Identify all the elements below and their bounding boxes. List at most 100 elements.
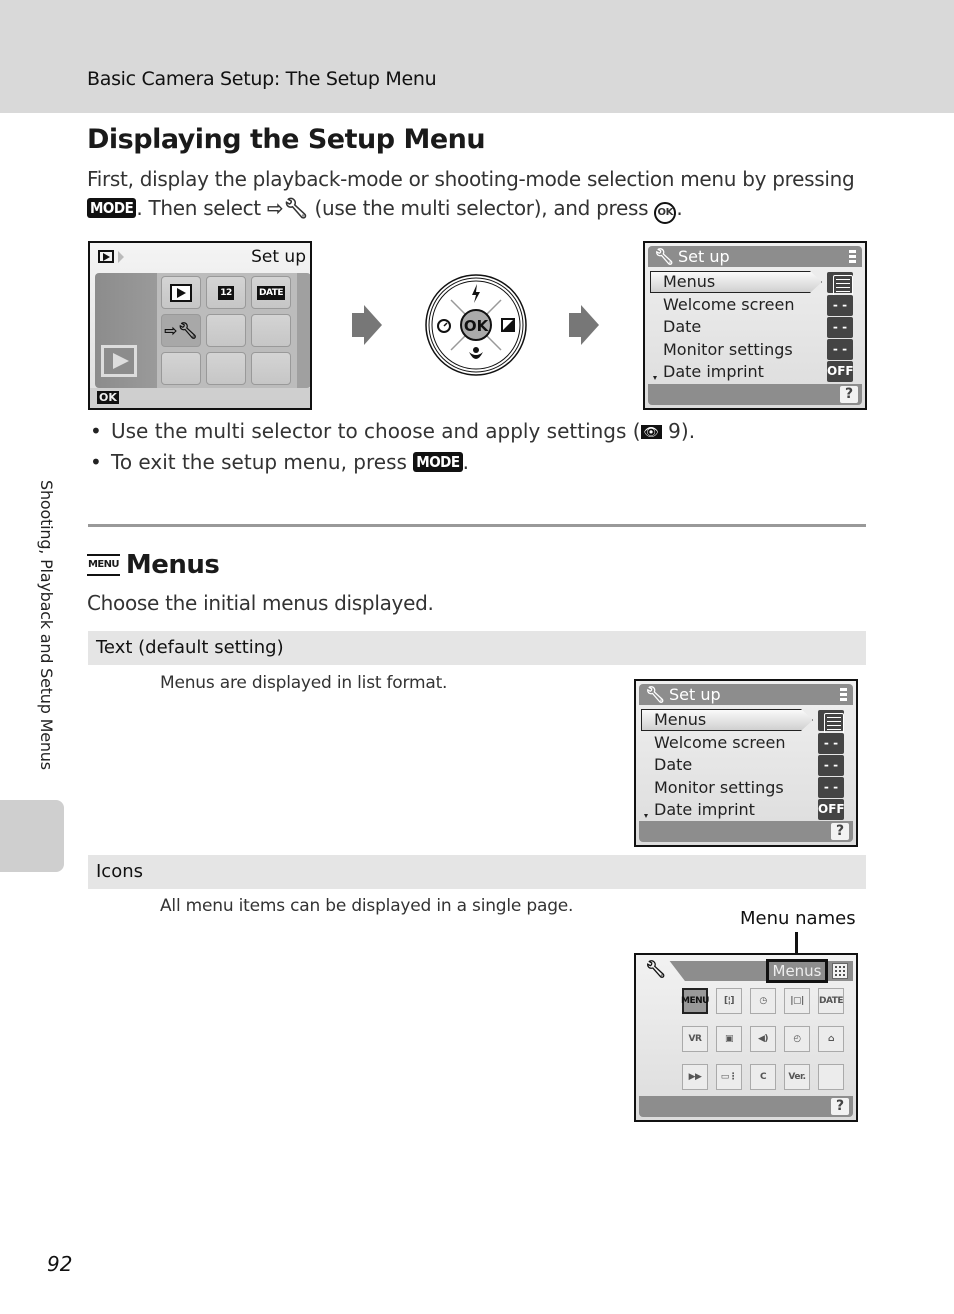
bullet-item: Use the multi selector to choose and app… xyxy=(90,419,695,450)
bullet-text: . xyxy=(462,450,469,474)
menu-item-date-imprint[interactable]: Date imprint xyxy=(653,361,764,383)
date-imprint-icon[interactable]: DATE xyxy=(818,988,844,1014)
language-icon[interactable]: ▶▶ xyxy=(682,1064,708,1090)
vibration-reduction-icon[interactable]: VR xyxy=(682,1026,708,1052)
screen-footer: ? xyxy=(648,384,862,405)
menu-item-label: Menus xyxy=(663,272,716,291)
mode-tile-empty xyxy=(161,352,201,385)
running-head: Basic Camera Setup: The Setup Menu xyxy=(87,68,437,90)
screen-header: 🔧︎ Set up xyxy=(639,684,853,705)
calendar-icon: 12 xyxy=(218,285,234,300)
mode-tile-setup[interactable]: ⇨🔧︎ xyxy=(161,314,201,347)
mode-preview-panel xyxy=(95,273,157,388)
page-number: 92 xyxy=(47,1252,73,1276)
interface-icon[interactable]: ▭⋮ xyxy=(716,1064,742,1090)
mode-tile-list-by-date[interactable]: DATE xyxy=(251,276,291,309)
menu-item-label: Monitor settings xyxy=(654,778,784,797)
menu-item-menus[interactable]: Menus xyxy=(641,709,813,731)
date-clock-icon[interactable]: ◷ xyxy=(750,988,776,1014)
grid-view-icon xyxy=(832,963,848,979)
exposure-compensation-icon xyxy=(501,318,515,332)
mode-button-icon: MODE xyxy=(87,198,137,218)
bullet-list: Use the multi selector to choose and app… xyxy=(90,419,695,481)
menus-icon[interactable]: MENU xyxy=(681,988,709,1014)
format-memory-icon[interactable]: ⌂ xyxy=(818,1026,844,1052)
playback-icon xyxy=(101,345,137,377)
scroll-indicator-icon xyxy=(840,688,847,701)
mode-tile-empty xyxy=(251,314,291,347)
section-title-text: Menus xyxy=(125,550,220,580)
wrench-icon: 🔧︎ xyxy=(654,247,675,266)
section-description: Choose the initial menus displayed. xyxy=(87,591,434,615)
menu-item-value: - - xyxy=(818,777,844,798)
setup-wrench-icon: ⇨🔧︎ xyxy=(164,321,198,340)
playback-icon xyxy=(98,250,114,263)
sound-settings-icon[interactable]: ◀) xyxy=(750,1026,776,1052)
help-icon: ? xyxy=(831,1098,849,1115)
menu-name-display: Menus xyxy=(766,959,828,983)
screen-footer: ? xyxy=(639,1096,853,1117)
menu-item-menus[interactable]: Menus xyxy=(650,271,822,293)
menu-item-date[interactable]: Date xyxy=(644,754,692,776)
mode-grid: 12 DATE ⇨🔧︎ xyxy=(157,273,297,388)
section-divider xyxy=(88,524,866,527)
menu-item-welcome-screen[interactable]: Welcome screen xyxy=(644,732,785,754)
screen-header: 🔧︎ Set up xyxy=(648,246,862,267)
setup-menu-icon-screen: 🔧︎ Menus MENU [¦] ◷ |▢| DATE VR ▣ ◀) ◴ ⌂… xyxy=(634,953,858,1122)
empty-tile xyxy=(818,1064,844,1090)
option-header-icons: Icons xyxy=(88,855,866,889)
firmware-version-icon[interactable]: Ver. xyxy=(784,1064,810,1090)
menu-item-welcome-screen[interactable]: Welcome screen xyxy=(653,294,794,316)
reset-all-icon[interactable]: C xyxy=(750,1064,776,1090)
step-arrow-icon xyxy=(352,305,382,345)
step-arrow-icon xyxy=(569,305,599,345)
intro-text: (use the multi selector), and press xyxy=(314,196,649,220)
menu-item-monitor-settings[interactable]: Monitor settings xyxy=(653,339,793,361)
date-icon: DATE xyxy=(256,285,286,300)
intro-line-2: MODE. Then select ⇨🔧︎ (use the multi sel… xyxy=(87,196,683,224)
screen-bottom-bar xyxy=(90,388,310,408)
ok-label: OK xyxy=(464,317,490,335)
playback-mode-selection-screen: Set up 12 DATE ⇨🔧︎ OK xyxy=(88,241,312,410)
intro-text: . Then select xyxy=(136,196,261,220)
mode-tile-empty xyxy=(206,314,246,347)
menu-item-date[interactable]: Date xyxy=(653,316,701,338)
menu-item-label: Date imprint xyxy=(654,800,755,819)
mode-tile-calendar[interactable]: 12 xyxy=(206,276,246,309)
menu-icon: MENU xyxy=(87,554,120,576)
ok-indicator: OK xyxy=(97,391,119,404)
mode-tile-playback[interactable] xyxy=(161,276,201,309)
multi-selector: OK xyxy=(425,274,527,376)
list-icon xyxy=(827,272,853,296)
menu-item-label: Welcome screen xyxy=(654,733,786,752)
intro-line-1: First, display the playback-mode or shoo… xyxy=(87,167,855,191)
section-title-displaying-setup-menu: Displaying the Setup Menu xyxy=(87,124,486,155)
screen-top-bar: Set up xyxy=(90,243,310,271)
menu-item-value: OFF xyxy=(818,799,845,820)
motion-detection-icon[interactable]: ▣ xyxy=(716,1026,742,1052)
option-header-text: Text (default setting) xyxy=(88,631,866,665)
list-icon xyxy=(818,710,844,734)
menu-item-label: Date imprint xyxy=(663,362,764,381)
menu-item-date-imprint[interactable]: Date imprint xyxy=(644,799,755,821)
menu-item-value: - - xyxy=(827,339,853,360)
setup-wrench-icon: ⇨🔧︎ xyxy=(266,196,309,220)
menu-item-value: - - xyxy=(827,317,853,338)
side-tab-label: Shooting, Playback and Setup Menus xyxy=(37,480,56,770)
scroll-indicator-icon xyxy=(849,250,856,263)
welcome-screen-icon[interactable]: [¦] xyxy=(716,988,742,1014)
menu-item-label: Date xyxy=(663,317,702,336)
mode-tile-empty xyxy=(251,352,291,385)
bullet-item: To exit the setup menu, press MODE. xyxy=(90,450,695,481)
side-tab-marker xyxy=(0,800,64,872)
menu-item-monitor-settings[interactable]: Monitor settings xyxy=(644,777,784,799)
help-icon: ? xyxy=(840,386,858,403)
auto-off-icon[interactable]: ◴ xyxy=(784,1026,810,1052)
setup-menu-list-screen-text-example: 🔧︎ Set up Menus Welcome screen - - Date … xyxy=(634,679,858,847)
menu-item-value: OFF xyxy=(827,361,854,382)
bullet-text: ). xyxy=(680,419,696,443)
menu-item-value: - - xyxy=(818,733,844,754)
monitor-settings-icon[interactable]: |▢| xyxy=(784,988,810,1014)
playback-icon xyxy=(170,283,192,302)
page-reference[interactable]: 9 xyxy=(668,419,681,443)
